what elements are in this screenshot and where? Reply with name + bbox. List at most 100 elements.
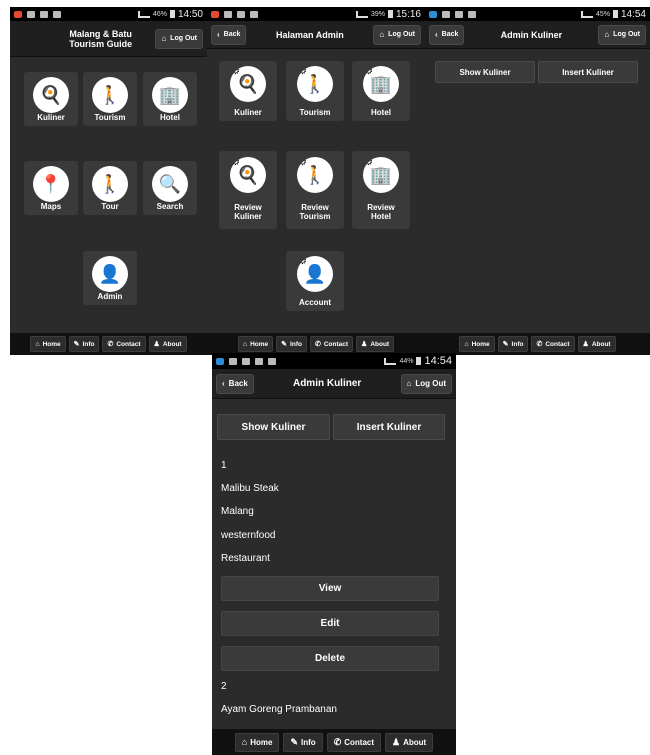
footer-home-button[interactable]: ⌂ Home xyxy=(459,336,495,352)
signal-icon xyxy=(137,10,150,18)
admin-user-icon: 👤 xyxy=(92,256,128,292)
app-notification-icon xyxy=(429,10,437,18)
screen-admin-kuliner-list: 44% 14:54 ‹ Back Admin Kuliner ⌂ Log Out… xyxy=(212,353,456,755)
tile-label: Account xyxy=(299,298,331,307)
back-button[interactable]: ‹ Back xyxy=(211,24,247,45)
tile-admin[interactable]: 👤 Admin xyxy=(83,251,137,305)
back-button[interactable]: ‹ Back xyxy=(216,373,254,394)
signal-icon xyxy=(580,10,593,18)
page-title: Admin Kuliner xyxy=(292,377,362,389)
tile-search[interactable]: 🔍 Search xyxy=(143,161,197,215)
record-id: 2 xyxy=(221,681,227,692)
chevron-left-icon: ‹ xyxy=(222,379,225,388)
signal-icon xyxy=(355,10,368,18)
notification-icon xyxy=(268,357,276,365)
person-icon: ♟ xyxy=(582,341,589,348)
footer-about-button[interactable]: ♟ About xyxy=(577,336,616,352)
footer-about-button[interactable]: ♟ About xyxy=(148,336,187,352)
chevron-left-icon: ‹ xyxy=(217,30,220,39)
title-line-2: Tourism Guide xyxy=(69,38,133,49)
footer-home-button[interactable]: ⌂ Home xyxy=(237,336,274,352)
tile-kuliner[interactable]: 🍳 Kuliner xyxy=(24,72,78,126)
screen-halaman-admin: 39% 15:16 ‹ Back Halaman Admin ⌂ Log Out… xyxy=(207,7,425,355)
tile-admin-kuliner[interactable]: ⚙ 🍳 Kuliner xyxy=(219,61,277,121)
phone-icon: ✆ xyxy=(314,341,321,348)
tile-glyph: 🚶 xyxy=(98,85,122,105)
tile-maps[interactable]: 📍 Maps xyxy=(24,161,78,215)
logout-button[interactable]: ⌂ Log Out xyxy=(598,24,646,45)
footer-contact-button[interactable]: ✆ Contact xyxy=(102,336,146,352)
footer-home-button[interactable]: ⌂ Home xyxy=(234,732,280,752)
footer-label: Contact xyxy=(344,737,375,747)
logout-label: Log Out xyxy=(613,31,640,38)
tile-admin-tourism[interactable]: ⚙ 🚶 Tourism xyxy=(286,61,344,121)
tile-review-kuliner[interactable]: ⚙ 🍳 Review Kuliner xyxy=(219,151,277,229)
header: ‹ Back Halaman Admin ⌂ Log Out xyxy=(207,21,425,49)
record-name: Malibu Steak xyxy=(221,483,279,494)
footer-about-button[interactable]: ♟ About xyxy=(356,336,395,352)
tile-review-tourism[interactable]: ⚙ 🚶 Review Tourism xyxy=(286,151,344,229)
show-kuliner-button[interactable]: Show Kuliner xyxy=(435,61,535,83)
footer-contact-button[interactable]: ✆ Contact xyxy=(531,336,575,352)
home-icon: ⌂ xyxy=(604,30,610,39)
logout-button[interactable]: ⌂ Log Out xyxy=(155,28,203,49)
battery-icon xyxy=(416,357,422,365)
header: Malang & Batu Tourism Guide ⌂ Log Out xyxy=(10,21,207,57)
footer-label: About xyxy=(370,340,390,348)
tile-glyph: 🏢 xyxy=(369,74,393,94)
show-kuliner-button[interactable]: Show Kuliner xyxy=(217,414,330,440)
tile-hotel[interactable]: 🏢 Hotel xyxy=(143,72,197,126)
map-pin-icon: 📍 xyxy=(33,166,69,202)
footer-label: About xyxy=(162,340,182,348)
phone-icon: ✆ xyxy=(333,736,342,747)
footer-info-button[interactable]: ✎ Info xyxy=(68,336,100,352)
footer-label: About xyxy=(591,340,611,348)
battery-icon xyxy=(612,10,618,18)
footer-label: Info xyxy=(290,340,302,348)
tile-admin-hotel[interactable]: ⚙ 🏢 Hotel xyxy=(352,61,410,121)
tile-label: Kuliner xyxy=(37,113,65,122)
view-button[interactable]: View xyxy=(221,576,439,601)
insert-kuliner-button[interactable]: Insert Kuliner xyxy=(333,414,445,440)
insert-kuliner-button[interactable]: Insert Kuliner xyxy=(538,61,638,83)
tile-glyph: 🍳 xyxy=(236,74,260,94)
phone-icon: ✆ xyxy=(536,341,543,348)
delete-button[interactable]: Delete xyxy=(221,646,439,671)
tile-review-hotel[interactable]: ⚙ 🏢 Review Hotel xyxy=(352,151,410,229)
back-label: Back xyxy=(441,31,459,38)
tile-tour[interactable]: 🚶 Tour xyxy=(83,161,137,215)
tile-label: Hotel xyxy=(371,108,391,117)
footer-contact-button[interactable]: ✆ Contact xyxy=(309,336,354,352)
hiker-gear-icon: ⚙ 🚶 xyxy=(297,66,333,102)
footer-home-button[interactable]: ⌂ Home xyxy=(30,336,66,352)
footer-info-button[interactable]: ✎ Info xyxy=(497,336,529,352)
back-button[interactable]: ‹ Back xyxy=(429,24,465,45)
footer-about-button[interactable]: ♟ About xyxy=(385,732,434,752)
tile-account[interactable]: ⚙ 👤 Account xyxy=(286,251,344,311)
footer-label: Info xyxy=(301,737,316,747)
footer-nav: ⌂ Home ✎ Info ✆ Contact ♟ About xyxy=(10,333,207,355)
footer-info-button[interactable]: ✎ Info xyxy=(276,336,307,352)
footer-label: Home xyxy=(42,340,61,348)
footer-label: About xyxy=(403,737,427,747)
app-notification-icon xyxy=(14,10,22,18)
tile-label-line-2: Kuliner xyxy=(234,212,262,221)
building-icon: 🏢 xyxy=(152,77,188,113)
logout-label: Log Out xyxy=(170,35,197,42)
tile-glyph: 🚶 xyxy=(303,165,327,185)
edit-button[interactable]: Edit xyxy=(221,611,439,636)
status-bar: 39% 15:16 xyxy=(207,7,425,21)
tile-glyph: 👤 xyxy=(303,264,327,284)
page-title: Halaman Admin xyxy=(276,29,344,40)
home-icon: ⌂ xyxy=(35,340,40,348)
battery-icon xyxy=(169,10,175,18)
footer-info-button[interactable]: ✎ Info xyxy=(283,732,323,752)
footer-contact-button[interactable]: ✆ Contact xyxy=(326,732,382,752)
notification-icon xyxy=(27,10,35,18)
chef-hat-icon: 🍳 xyxy=(33,77,69,113)
logout-button[interactable]: ⌂ Log Out xyxy=(373,24,421,45)
record-city: Malang xyxy=(221,506,254,517)
logout-button[interactable]: ⌂ Log Out xyxy=(400,373,452,394)
tile-tourism[interactable]: 🚶 Tourism xyxy=(83,72,137,126)
notification-icon xyxy=(229,357,237,365)
